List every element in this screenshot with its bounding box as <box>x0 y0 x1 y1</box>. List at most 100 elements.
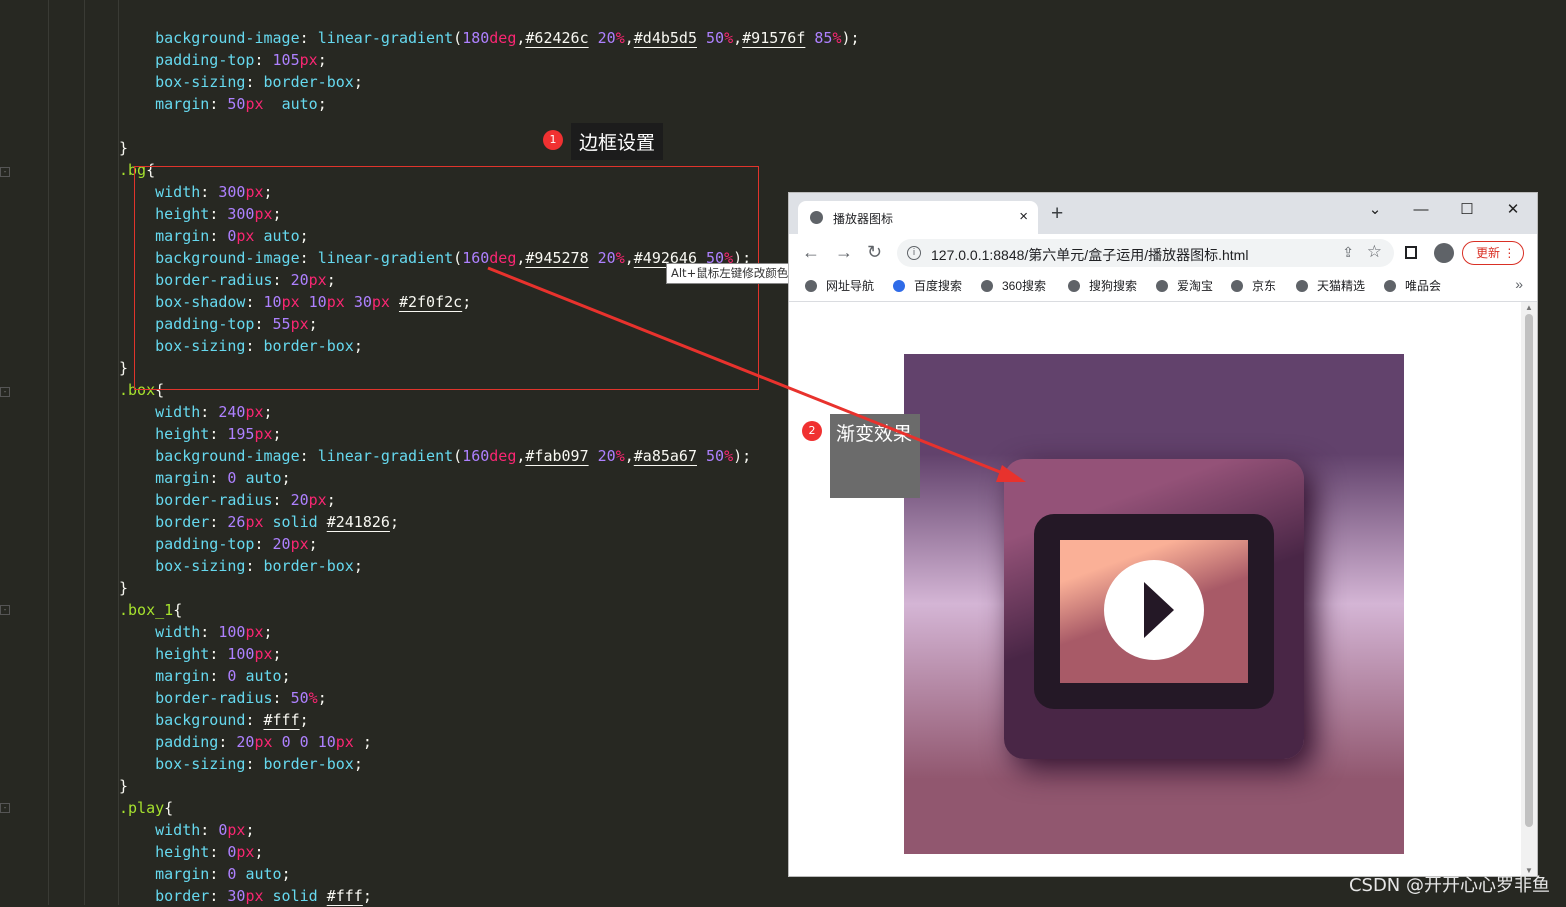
bookmark-item[interactable]: 搜狗搜索 <box>1068 277 1137 294</box>
new-tab-button[interactable]: + <box>1051 202 1063 226</box>
side-panel-icon[interactable] <box>1405 246 1417 259</box>
code-token: ; <box>317 95 327 113</box>
code-line[interactable]: width: 240px; <box>119 401 273 423</box>
code-token: 160 <box>462 447 490 465</box>
url-text[interactable]: 127.0.0.1:8848/第六单元/盒子运用/播放器图标.html <box>931 245 1248 265</box>
fold-toggle-icon[interactable]: - <box>0 803 10 813</box>
fold-toggle-icon[interactable]: - <box>0 387 10 397</box>
code-token: 100 <box>218 623 246 641</box>
code-line[interactable]: height: 100px; <box>119 643 281 665</box>
code-line[interactable]: } <box>119 357 128 379</box>
fold-toggle-icon[interactable]: - <box>0 167 10 177</box>
code-line[interactable]: border-radius: 50%; <box>119 687 327 709</box>
play-button[interactable] <box>1104 560 1204 660</box>
code-token: px <box>227 821 246 839</box>
code-line[interactable]: margin: 50px auto; <box>119 93 327 115</box>
vertical-scrollbar[interactable]: ▲ ▼ <box>1521 302 1537 876</box>
code-line[interactable]: border: 30px solid #fff; <box>119 885 372 907</box>
bookmarks-more-icon[interactable]: » <box>1515 276 1523 292</box>
scroll-up-icon[interactable]: ▲ <box>1525 303 1533 312</box>
back-button[interactable]: ← <box>802 242 820 263</box>
code-line[interactable]: } <box>119 577 128 599</box>
code-token: background-image <box>119 447 300 465</box>
page-viewport[interactable]: ▲ ▼ <box>789 302 1537 876</box>
code-token: : <box>299 447 318 465</box>
update-button[interactable]: 更新 ⋮ <box>1462 241 1524 265</box>
bookmark-item[interactable]: 百度搜索 <box>893 277 962 294</box>
bookmark-item[interactable]: 京东 <box>1231 277 1276 294</box>
code-token: ); <box>733 447 752 465</box>
reload-button[interactable]: ↻ <box>867 242 882 263</box>
code-line[interactable]: padding: 20px 0 0 10px ; <box>119 731 372 753</box>
code-line[interactable]: box-shadow: 10px 10px 30px #2f0f2c; <box>119 291 471 313</box>
code-line[interactable]: background-image: linear-gradient(180deg… <box>119 27 859 49</box>
scroll-thumb[interactable] <box>1525 314 1533 827</box>
code-line[interactable]: margin: 0 auto; <box>119 665 290 687</box>
code-line[interactable]: padding-top: 20px; <box>119 533 318 555</box>
code-line[interactable]: width: 0px; <box>119 819 254 841</box>
code-line[interactable]: padding-top: 55px; <box>119 313 318 335</box>
code-line[interactable]: .box_1{ <box>119 599 182 621</box>
close-window-button[interactable]: ✕ <box>1495 197 1531 223</box>
maximize-button[interactable]: ☐ <box>1449 197 1485 223</box>
code-token: : <box>209 227 228 245</box>
code-token: : <box>272 271 291 289</box>
code-line[interactable]: border-radius: 20px; <box>119 489 336 511</box>
code-line[interactable]: height: 0px; <box>119 841 263 863</box>
code-token: #945278 <box>525 249 589 267</box>
code-token: : <box>209 469 228 487</box>
site-info-icon[interactable]: i <box>907 246 921 260</box>
code-line[interactable]: background-image: linear-gradient(160deg… <box>119 247 751 269</box>
code-line[interactable]: margin: 0 auto; <box>119 863 290 885</box>
minimize-button[interactable]: — <box>1403 197 1439 223</box>
address-bar[interactable]: i 127.0.0.1:8848/第六单元/盒子运用/播放器图标.html ⇪ … <box>897 239 1394 267</box>
code-token: px <box>254 733 273 751</box>
code-line[interactable]: } <box>119 775 128 797</box>
bookmark-item[interactable]: 爱淘宝 <box>1156 277 1213 294</box>
code-line[interactable]: height: 195px; <box>119 423 281 445</box>
bookmark-star-icon[interactable]: ☆ <box>1367 242 1382 262</box>
tab-close-icon[interactable]: × <box>1019 208 1028 225</box>
code-line[interactable]: padding-top: 105px; <box>119 49 327 71</box>
bookmark-item[interactable]: 天猫精选 <box>1296 277 1365 294</box>
code-line[interactable]: box-sizing: border-box; <box>119 71 363 93</box>
code-line[interactable]: box-sizing: border-box; <box>119 753 363 775</box>
code-line[interactable]: } <box>119 137 128 159</box>
code-line[interactable]: .box{ <box>119 379 164 401</box>
forward-button[interactable]: → <box>835 242 853 263</box>
code-line[interactable]: background-image: linear-gradient(160deg… <box>119 445 751 467</box>
bookmark-item[interactable]: 唯品会 <box>1384 277 1441 294</box>
code-line[interactable]: box-sizing: border-box; <box>119 335 363 357</box>
code-line[interactable]: margin: 0px auto; <box>119 225 309 247</box>
code-token: ; <box>281 469 291 487</box>
code-line[interactable]: margin: 0 auto; <box>119 467 291 489</box>
code-token: ; <box>263 403 273 421</box>
code-token: 26 <box>227 513 246 531</box>
share-icon[interactable]: ⇪ <box>1342 244 1354 261</box>
code-token: ; <box>362 887 372 905</box>
code-token: 10 <box>308 293 327 311</box>
code-line[interactable]: .bg{ <box>119 159 155 181</box>
code-line[interactable]: box-sizing: border-box; <box>119 555 363 577</box>
code-line[interactable]: height: 300px; <box>119 203 281 225</box>
code-line[interactable]: width: 100px; <box>119 621 272 643</box>
code-line[interactable]: width: 300px; <box>119 181 272 203</box>
tab-search-button[interactable]: ⌄ <box>1357 197 1393 223</box>
code-line[interactable]: border-radius: 20px; <box>119 269 336 291</box>
tab-player-icon[interactable]: 播放器图标 × <box>798 201 1038 234</box>
bookmark-item[interactable]: 网址导航 <box>805 277 874 294</box>
bookmark-item[interactable]: 360搜索 <box>981 277 1046 294</box>
fold-toggle-icon[interactable]: - <box>0 605 10 615</box>
code-line[interactable]: border: 26px solid #241826; <box>119 511 399 533</box>
code-token: } <box>119 777 129 795</box>
code-line[interactable]: background: #fff; <box>119 709 309 731</box>
code-token: px <box>290 315 309 333</box>
profile-avatar[interactable] <box>1434 243 1454 263</box>
menu-dots-icon: ⋮ <box>1503 246 1516 260</box>
code-line[interactable]: .play{ <box>119 797 173 819</box>
